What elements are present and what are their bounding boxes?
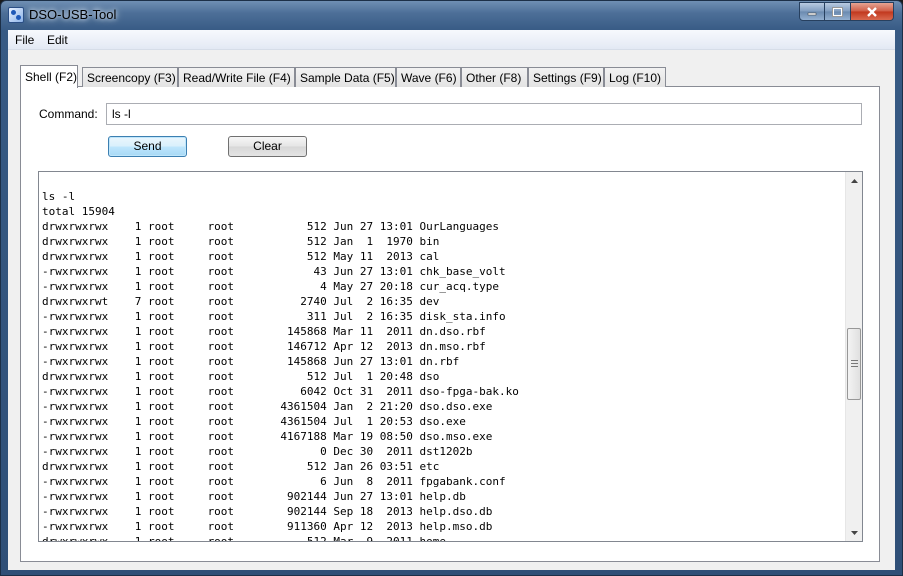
scroll-down-arrow-icon (851, 530, 858, 535)
tab-shell[interactable]: Shell (F2) (20, 65, 78, 88)
output-line: -rwxrwxrwx 1 root root 902144 Jun 27 13:… (42, 490, 466, 503)
window-title: DSO-USB-Tool (29, 7, 117, 22)
tab-wave[interactable]: Wave (F6) (396, 67, 461, 87)
scroll-thumb[interactable] (847, 328, 861, 400)
tab-screencopy[interactable]: Screencopy (F3) (82, 67, 178, 87)
output-line: drwxrwxrwt 7 root root 2740 Jul 2 16:35 … (42, 295, 440, 308)
output-line: -rwxrwxrwx 1 root root 902144 Sep 18 201… (42, 505, 493, 518)
app-icon (8, 7, 24, 23)
client-area: File Edit Shell (F2) Screencopy (F3) Rea… (8, 30, 895, 570)
output-line: -rwxrwxrwx 1 root root 6 Jun 8 2011 fpga… (42, 475, 506, 488)
tab-read-write-file[interactable]: Read/Write File (F4) (178, 67, 295, 87)
output-line: -rwxrwxrwx 1 root root 6042 Oct 31 2011 … (42, 385, 519, 398)
tab-sample-data[interactable]: Sample Data (F5) (295, 67, 396, 87)
shell-output[interactable]: ls -l total 15904 drwxrwxrwx 1 root root 5… (38, 171, 863, 542)
output-line: -rwxrwxrwx 1 root root 4361504 Jan 2 21:… (42, 400, 493, 413)
title-bar[interactable]: DSO-USB-Tool (1, 1, 902, 30)
shell-output-text: ls -l total 15904 drwxrwxrwx 1 root root 5… (42, 189, 842, 542)
scroll-grip-icon (851, 360, 858, 367)
output-line: -rwxrwxrwx 1 root root 145868 Jun 27 13:… (42, 355, 460, 368)
minimize-icon (807, 12, 817, 15)
menu-edit[interactable]: Edit (47, 33, 68, 47)
output-line: -rwxrwxrwx 1 root root 311 Jul 2 16:35 d… (42, 310, 506, 323)
tab-log[interactable]: Log (F10) (604, 67, 666, 87)
clear-button[interactable]: Clear (228, 136, 307, 157)
close-button[interactable] (851, 2, 894, 21)
output-line: -rwxrwxrwx 1 root root 146712 Apr 12 201… (42, 340, 486, 353)
command-input[interactable] (106, 103, 862, 125)
scroll-up-arrow-icon (851, 178, 858, 183)
output-line: -rwxrwxrwx 1 root root 43 Jun 27 13:01 c… (42, 265, 506, 278)
maximize-button[interactable] (825, 2, 851, 21)
menu-file[interactable]: File (15, 33, 34, 47)
output-line: -rwxrwxrwx 1 root root 4361504 Jul 1 20:… (42, 415, 466, 428)
output-line: ls -l (42, 190, 76, 203)
output-line: -rwxrwxrwx 1 root root 0 Dec 30 2011 dst… (42, 445, 473, 458)
app-window: DSO-USB-Tool File Edit Shell (F2) Screen… (0, 0, 903, 576)
menu-bar: File Edit (8, 30, 895, 50)
maximize-icon (832, 6, 843, 17)
window-controls (799, 2, 894, 21)
scroll-up-button[interactable] (846, 172, 862, 189)
tab-settings[interactable]: Settings (F9) (528, 67, 604, 87)
output-line: total 15904 (42, 205, 115, 218)
output-line: drwxrwxrwx 1 root root 512 Mar 9 2011 ho… (42, 535, 446, 542)
send-button[interactable]: Send (108, 136, 187, 157)
output-line: drwxrwxrwx 1 root root 512 Jan 26 03:51 … (42, 460, 440, 473)
tab-other[interactable]: Other (F8) (461, 67, 528, 87)
output-line: drwxrwxrwx 1 root root 512 Jun 27 13:01 … (42, 220, 499, 233)
scroll-down-button[interactable] (846, 524, 862, 541)
close-icon (867, 6, 877, 17)
minimize-button[interactable] (799, 2, 825, 21)
output-line: -rwxrwxrwx 1 root root 4 May 27 20:18 cu… (42, 280, 499, 293)
vertical-scrollbar[interactable] (845, 172, 862, 541)
output-line: drwxrwxrwx 1 root root 512 Jan 1 1970 bi… (42, 235, 440, 248)
command-label: Command: (39, 107, 98, 121)
output-line: -rwxrwxrwx 1 root root 145868 Mar 11 201… (42, 325, 486, 338)
output-line: drwxrwxrwx 1 root root 512 May 11 2013 c… (42, 250, 440, 263)
output-line: -rwxrwxrwx 1 root root 4167188 Mar 19 08… (42, 430, 493, 443)
output-line: -rwxrwxrwx 1 root root 911360 Apr 12 201… (42, 520, 493, 533)
output-line: drwxrwxrwx 1 root root 512 Jul 1 20:48 d… (42, 370, 440, 383)
